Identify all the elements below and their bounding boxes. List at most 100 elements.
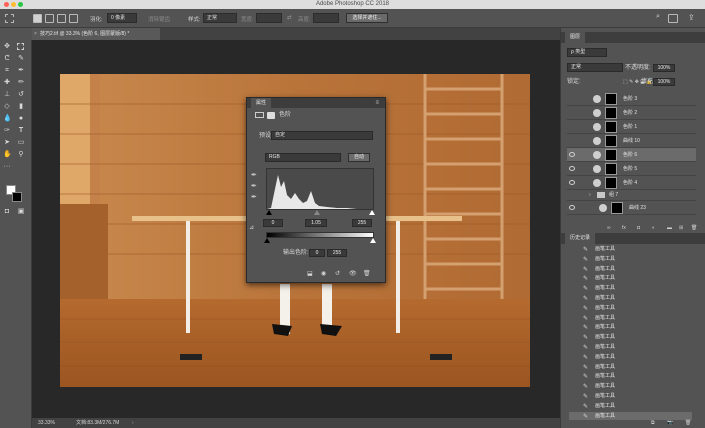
layer-mask-thumbnail[interactable] (605, 163, 617, 175)
eyedropper-tool-icon[interactable]: ✒ (17, 67, 25, 75)
width-input[interactable] (256, 13, 282, 23)
type-tool-icon[interactable]: T (17, 127, 25, 135)
group-expand-icon[interactable]: › (589, 190, 591, 201)
delete-icon[interactable]: 🗑 (363, 270, 371, 277)
gradient-tool-icon[interactable]: ▮ (17, 103, 25, 111)
history-item[interactable]: ✎ 画笔工具 (569, 382, 692, 392)
history-item[interactable]: ✎ 画笔工具 (569, 333, 692, 343)
workspace-icon[interactable] (668, 14, 678, 23)
auto-button[interactable]: 自动 (348, 153, 370, 162)
history-item[interactable]: ✎ 画笔工具 (569, 265, 692, 275)
zoom-tool-icon[interactable]: ⚲ (17, 151, 25, 159)
close-window-button[interactable] (4, 2, 9, 7)
dodge-tool-icon[interactable]: ● (17, 115, 25, 123)
history-item[interactable]: ✎ 画笔工具 (569, 284, 692, 294)
clipping-warning-icon[interactable]: ⊿ (249, 224, 254, 231)
channel-select[interactable]: RGB (265, 153, 341, 162)
pen-tool-icon[interactable]: ✑ (3, 127, 11, 135)
zoom-window-button[interactable] (18, 2, 23, 7)
history-brush-tool-icon[interactable]: ↺ (17, 91, 25, 99)
history-item[interactable]: ✎ 画笔工具 (569, 392, 692, 402)
screen-mode-icon[interactable]: ▣ (17, 208, 25, 216)
new-selection-icon[interactable] (33, 14, 42, 23)
feather-input[interactable]: 0 像素 (107, 13, 137, 23)
layer-style-icon[interactable]: fx (622, 223, 626, 233)
output-black-field[interactable]: 0 (309, 249, 325, 257)
status-menu-arrow-icon[interactable]: › (132, 418, 134, 428)
search-icon[interactable]: ⌕ (656, 13, 660, 21)
input-gamma-field[interactable]: 1.05 (305, 219, 327, 227)
document-tab[interactable]: × 技巧2.tif @ 33.3% (色阶 6, 图层蒙版/8) * (32, 28, 160, 40)
visibility-eye-icon[interactable] (569, 180, 575, 185)
layer-mask-thumbnail[interactable] (611, 202, 623, 214)
healing-tool-icon[interactable]: ✚ (3, 79, 11, 87)
visibility-eye-icon[interactable] (569, 152, 575, 157)
add-selection-icon[interactable] (45, 14, 54, 23)
rectangle-tool-icon[interactable]: ▭ (17, 139, 25, 147)
background-color-swatch[interactable] (12, 192, 22, 202)
blur-tool-icon[interactable]: 💧 (3, 115, 12, 123)
input-black-slider[interactable] (266, 210, 272, 215)
output-white-field[interactable]: 255 (327, 249, 347, 257)
history-item[interactable]: ✎ 画笔工具 (569, 245, 692, 255)
output-black-slider[interactable] (264, 238, 270, 243)
layer-row[interactable]: 色阶 5 (567, 162, 696, 176)
history-item[interactable]: ✎ 画笔工具 (569, 314, 692, 324)
reset-icon[interactable]: ↺ (335, 270, 340, 277)
layer-row[interactable]: 色阶 1 (567, 120, 696, 134)
layer-filter-select[interactable]: ρ 类型 (567, 48, 607, 57)
path-selection-tool-icon[interactable]: ➤ (3, 139, 11, 147)
preset-select[interactable]: 自定 (271, 131, 373, 140)
delete-state-icon[interactable]: 🗑 (685, 420, 691, 426)
layer-mask-thumbnail[interactable] (605, 149, 617, 161)
white-point-eyedropper-icon[interactable]: ✒ (251, 193, 257, 201)
select-and-mask-button[interactable]: 选择并遮住... (346, 13, 388, 23)
layer-row-selected[interactable]: 色阶 6 (567, 148, 696, 162)
history-item[interactable]: ✎ 画笔工具 (569, 294, 692, 304)
clip-to-layer-icon[interactable]: ⬓ (307, 270, 313, 277)
visibility-eye-icon[interactable] (569, 205, 575, 210)
rect-marquee-tool-icon[interactable] (17, 43, 24, 50)
style-select[interactable]: 正常 (203, 13, 237, 23)
view-previous-icon[interactable]: ◉ (321, 270, 326, 277)
history-item[interactable]: ✎ 画笔工具 (569, 353, 692, 363)
close-tab-icon[interactable]: × (34, 28, 37, 40)
layers-tab[interactable]: 图层 (565, 32, 586, 43)
move-tool-icon[interactable]: ✥ (3, 43, 11, 51)
crop-tool-icon[interactable]: ⌗ (3, 67, 11, 75)
history-item[interactable]: ✎ 画笔工具 (569, 274, 692, 284)
brush-tool-icon[interactable]: ✏ (17, 79, 25, 87)
history-item-current[interactable]: ✎ 画笔工具 (569, 411, 692, 420)
height-input[interactable] (313, 13, 339, 23)
history-item[interactable]: ✎ 画笔工具 (569, 343, 692, 353)
layer-row[interactable]: 色阶 3 (567, 92, 696, 106)
layer-row[interactable]: 色阶 4 (567, 176, 696, 190)
new-adjustment-icon[interactable]: ◐ (652, 223, 655, 233)
delete-layer-icon[interactable]: 🗑 (691, 223, 697, 233)
subtract-selection-icon[interactable] (57, 14, 66, 23)
link-layers-icon[interactable]: ∞ (607, 223, 611, 233)
input-gamma-slider[interactable] (314, 210, 320, 215)
layer-mask-thumbnail[interactable] (605, 107, 617, 119)
quick-selection-tool-icon[interactable]: ✎ (17, 55, 25, 63)
add-mask-icon[interactable]: ◘ (637, 223, 640, 233)
fill-field[interactable]: 100% (653, 78, 675, 86)
hand-tool-icon[interactable]: ✋ (3, 151, 12, 159)
visibility-icon[interactable]: 👁 (349, 270, 357, 277)
zoom-level[interactable]: 33.33% (38, 418, 55, 428)
layer-mask-thumbnail[interactable] (605, 135, 617, 147)
black-point-eyedropper-icon[interactable]: ✒ (251, 171, 257, 179)
snapshot-icon[interactable]: 📷 (667, 420, 673, 426)
input-white-field[interactable]: 255 (352, 219, 372, 227)
layer-mask-thumbnail[interactable] (605, 121, 617, 133)
properties-tab[interactable]: 属性 (251, 98, 272, 108)
antialias-checkbox[interactable]: 消除锯齿 (148, 15, 170, 23)
layer-row[interactable]: 曲线 23 (567, 201, 696, 215)
history-item[interactable]: ✎ 画笔工具 (569, 323, 692, 333)
input-white-slider[interactable] (369, 210, 375, 215)
history-item[interactable]: ✎ 画笔工具 (569, 402, 692, 412)
eraser-tool-icon[interactable]: ◇ (3, 103, 11, 111)
layer-group-row[interactable]: › 组 7 (567, 190, 696, 201)
more-tools-icon[interactable]: ··· (3, 163, 11, 171)
gray-point-eyedropper-icon[interactable]: ✒ (251, 182, 257, 190)
